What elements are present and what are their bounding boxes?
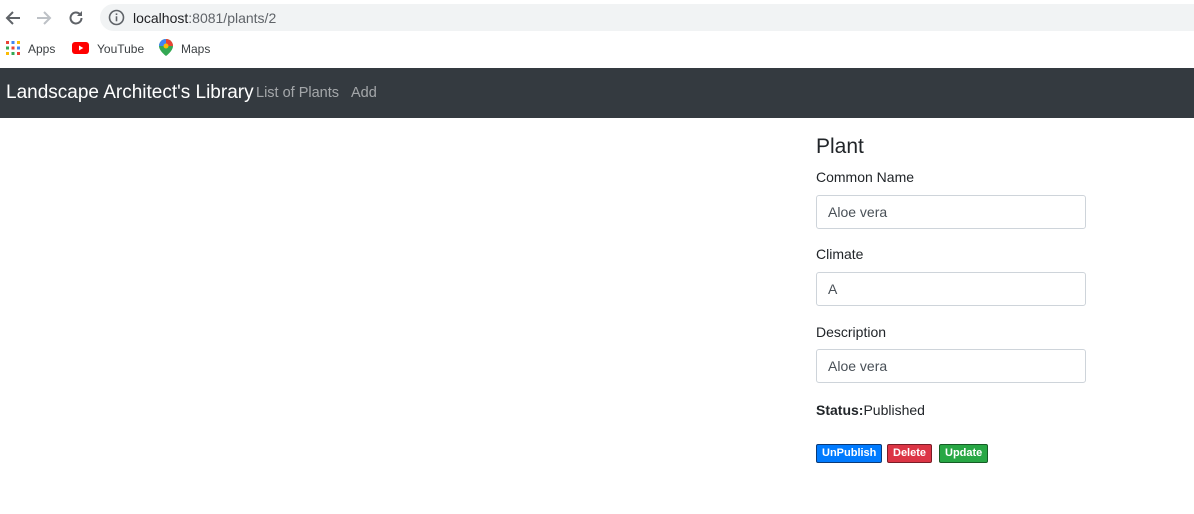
browser-chrome: localhost:8081/plants/2 Apps YouTube Map… <box>0 0 1194 68</box>
app-navbar: Landscape Architect's Library List of Pl… <box>0 68 1194 118</box>
reload-icon[interactable] <box>64 6 88 30</box>
bookmark-label: Apps <box>28 42 56 56</box>
youtube-icon <box>72 41 89 57</box>
bookmarks-bar: Apps YouTube Maps <box>0 38 1194 60</box>
forward-arrow-icon[interactable] <box>32 6 56 30</box>
bookmark-label: Maps <box>181 42 211 56</box>
climate-input[interactable] <box>816 272 1086 306</box>
bookmark-maps[interactable]: Maps <box>159 38 210 60</box>
nav-link-add[interactable]: Add <box>351 85 377 102</box>
update-button[interactable]: Update <box>939 444 989 463</box>
description-label: Description <box>816 324 887 340</box>
nav-link-list-of-plants[interactable]: List of Plants <box>256 85 339 102</box>
address-bar[interactable]: localhost:8081/plants/2 <box>100 4 1194 31</box>
climate-label: Climate <box>816 246 864 262</box>
status-label: Status: <box>816 402 864 418</box>
maps-pin-icon <box>159 39 173 59</box>
bookmark-apps[interactable]: Apps <box>6 38 55 60</box>
url-text: localhost:8081/plants/2 <box>133 10 276 26</box>
back-arrow-icon[interactable] <box>1 6 25 30</box>
common-name-input[interactable] <box>816 195 1086 229</box>
unpublish-button[interactable]: UnPublish <box>816 444 883 463</box>
status-line: Status:Published <box>816 402 925 419</box>
apps-grid-icon <box>6 40 20 58</box>
url-path: :8081/plants/2 <box>188 10 277 26</box>
navbar-brand[interactable]: Landscape Architect's Library <box>6 82 254 104</box>
common-name-label: Common Name <box>816 169 915 185</box>
description-input[interactable] <box>816 349 1086 383</box>
page-title: Plant <box>816 135 864 158</box>
bookmark-label: YouTube <box>97 42 145 56</box>
url-host: localhost <box>133 10 189 26</box>
delete-button[interactable]: Delete <box>887 444 933 463</box>
status-value: Published <box>863 402 925 418</box>
site-info-icon[interactable] <box>108 9 125 26</box>
bookmark-youtube[interactable]: YouTube <box>72 38 144 60</box>
